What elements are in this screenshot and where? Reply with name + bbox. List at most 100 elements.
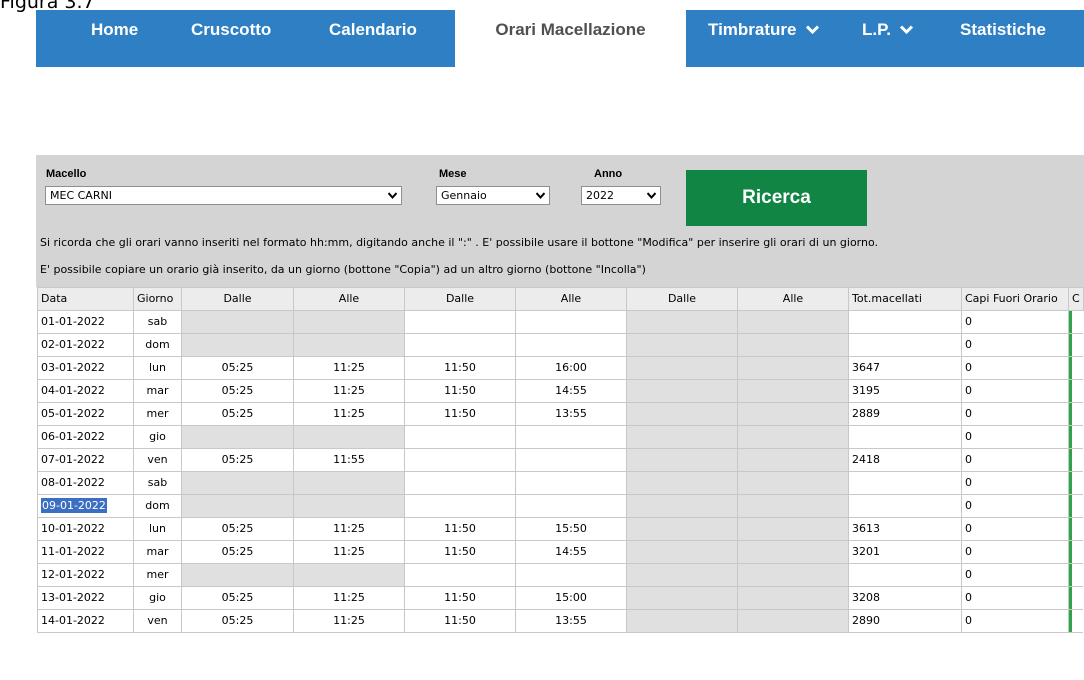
column-header-alle[interactable]: Alle — [737, 287, 849, 311]
table-row[interactable]: 02-01-2022 dom 0 — [37, 332, 1084, 357]
table-row[interactable]: 08-01-2022 sab 0 — [37, 470, 1084, 495]
cell-alle-1[interactable]: 11:25 — [293, 539, 405, 564]
cell-alle-2[interactable] — [515, 447, 627, 472]
cell-alle-3[interactable] — [737, 355, 849, 380]
cell-giorno[interactable]: mer — [133, 562, 182, 587]
cell-tot-macellati[interactable]: 3201 — [848, 539, 962, 564]
table-row[interactable]: 04-01-2022 mar 05:25 11:25 11:50 14:55 3195 0 — [37, 378, 1084, 403]
cell-alle-2[interactable]: 14:55 — [515, 378, 627, 403]
cell-dalle-3[interactable] — [626, 562, 738, 587]
cell-tot-macellati[interactable]: 2889 — [848, 401, 962, 426]
nav-tab-orari-macellazione[interactable]: Orari Macellazione — [455, 10, 686, 67]
cell-capi-fuori-orario[interactable]: 0 — [961, 424, 1069, 449]
cell-giorno[interactable]: sab — [133, 309, 182, 334]
action-button-edge[interactable] — [1069, 610, 1072, 632]
cell-data[interactable]: 12-01-2022 — [37, 562, 134, 587]
cell-alle-3[interactable] — [737, 470, 849, 495]
cell-dalle-1[interactable] — [181, 493, 294, 518]
cell-dalle-3[interactable] — [626, 516, 738, 541]
cell-capi-fuori-orario[interactable]: 0 — [961, 516, 1069, 541]
cell-data[interactable]: 08-01-2022 — [37, 470, 134, 495]
cell-alle-3[interactable] — [737, 378, 849, 403]
cell-alle-3[interactable] — [737, 309, 849, 334]
cell-data[interactable]: 09-01-2022 — [37, 493, 134, 518]
cell-tot-macellati[interactable]: 2418 — [848, 447, 962, 472]
cell-alle-3[interactable] — [737, 401, 849, 426]
cell-dalle-3[interactable] — [626, 608, 738, 633]
cell-dalle-2[interactable]: 11:50 — [404, 585, 516, 610]
action-button-edge[interactable] — [1069, 311, 1072, 333]
row-action-edge[interactable] — [1068, 585, 1084, 610]
cell-alle-2[interactable] — [515, 332, 627, 357]
cell-data[interactable]: 06-01-2022 — [37, 424, 134, 449]
column-header-alle[interactable]: Alle — [515, 287, 627, 311]
cell-data[interactable]: 10-01-2022 — [37, 516, 134, 541]
cell-dalle-3[interactable] — [626, 355, 738, 380]
cell-dalle-1[interactable]: 05:25 — [181, 401, 294, 426]
cell-data[interactable]: 01-01-2022 — [37, 309, 134, 334]
cell-alle-3[interactable] — [737, 424, 849, 449]
cell-capi-fuori-orario[interactable]: 0 — [961, 539, 1069, 564]
cell-dalle-3[interactable] — [626, 424, 738, 449]
cell-giorno[interactable]: mar — [133, 539, 182, 564]
row-action-edge[interactable] — [1068, 309, 1084, 334]
cell-data[interactable]: 03-01-2022 — [37, 355, 134, 380]
column-header-dalle[interactable]: Dalle — [181, 287, 294, 311]
cell-alle-3[interactable] — [737, 585, 849, 610]
row-action-edge[interactable] — [1068, 470, 1084, 495]
table-row[interactable]: 03-01-2022 lun 05:25 11:25 11:50 16:00 3647 0 — [37, 355, 1084, 380]
cell-dalle-1[interactable] — [181, 470, 294, 495]
cell-giorno[interactable]: mar — [133, 378, 182, 403]
cell-data[interactable]: 11-01-2022 — [37, 539, 134, 564]
cell-dalle-2[interactable] — [404, 309, 516, 334]
cell-alle-2[interactable] — [515, 470, 627, 495]
cell-data[interactable]: 14-01-2022 — [37, 608, 134, 633]
cell-alle-3[interactable] — [737, 332, 849, 357]
anno-select[interactable]: 2022 — [581, 186, 661, 205]
cell-tot-macellati[interactable]: 3647 — [848, 355, 962, 380]
cell-alle-3[interactable] — [737, 516, 849, 541]
table-row[interactable]: 07-01-2022 ven 05:25 11:55 2418 0 — [37, 447, 1084, 472]
column-header-capi-fuori-orario[interactable]: Capi Fuori Orario — [961, 287, 1069, 311]
row-action-edge[interactable] — [1068, 447, 1084, 472]
table-row[interactable]: 05-01-2022 mer 05:25 11:25 11:50 13:55 2889 0 — [37, 401, 1084, 426]
cell-dalle-2[interactable] — [404, 447, 516, 472]
action-button-edge[interactable] — [1069, 587, 1072, 609]
cell-tot-macellati[interactable] — [848, 562, 962, 587]
column-header-dalle[interactable]: Dalle — [626, 287, 738, 311]
column-header-c[interactable]: C — [1068, 287, 1084, 311]
action-button-edge[interactable] — [1069, 426, 1072, 448]
cell-dalle-3[interactable] — [626, 401, 738, 426]
row-action-edge[interactable] — [1068, 355, 1084, 380]
cell-dalle-2[interactable]: 11:50 — [404, 516, 516, 541]
cell-dalle-1[interactable] — [181, 424, 294, 449]
cell-alle-1[interactable] — [293, 470, 405, 495]
cell-alle-2[interactable]: 16:00 — [515, 355, 627, 380]
action-button-edge[interactable] — [1069, 472, 1072, 494]
cell-alle-3[interactable] — [737, 493, 849, 518]
cell-dalle-2[interactable] — [404, 332, 516, 357]
cell-giorno[interactable]: gio — [133, 424, 182, 449]
cell-alle-1[interactable]: 11:25 — [293, 516, 405, 541]
cell-alle-1[interactable] — [293, 562, 405, 587]
cell-dalle-2[interactable] — [404, 470, 516, 495]
cell-capi-fuori-orario[interactable]: 0 — [961, 470, 1069, 495]
table-row[interactable]: 06-01-2022 gio 0 — [37, 424, 1084, 449]
cell-tot-macellati[interactable]: 2890 — [848, 608, 962, 633]
cell-capi-fuori-orario[interactable]: 0 — [961, 355, 1069, 380]
cell-tot-macellati[interactable] — [848, 309, 962, 334]
row-action-edge[interactable] — [1068, 608, 1084, 633]
cell-data[interactable]: 05-01-2022 — [37, 401, 134, 426]
cell-giorno[interactable]: dom — [133, 493, 182, 518]
cell-capi-fuori-orario[interactable]: 0 — [961, 493, 1069, 518]
search-button[interactable]: Ricerca — [686, 170, 867, 226]
cell-dalle-3[interactable] — [626, 470, 738, 495]
cell-data[interactable]: 02-01-2022 — [37, 332, 134, 357]
row-action-edge[interactable] — [1068, 424, 1084, 449]
nav-tab-calendario[interactable]: Calendario — [329, 10, 417, 50]
cell-alle-2[interactable]: 13:55 — [515, 401, 627, 426]
cell-giorno[interactable]: ven — [133, 608, 182, 633]
cell-dalle-3[interactable] — [626, 493, 738, 518]
column-header-alle[interactable]: Alle — [293, 287, 405, 311]
cell-tot-macellati[interactable] — [848, 493, 962, 518]
